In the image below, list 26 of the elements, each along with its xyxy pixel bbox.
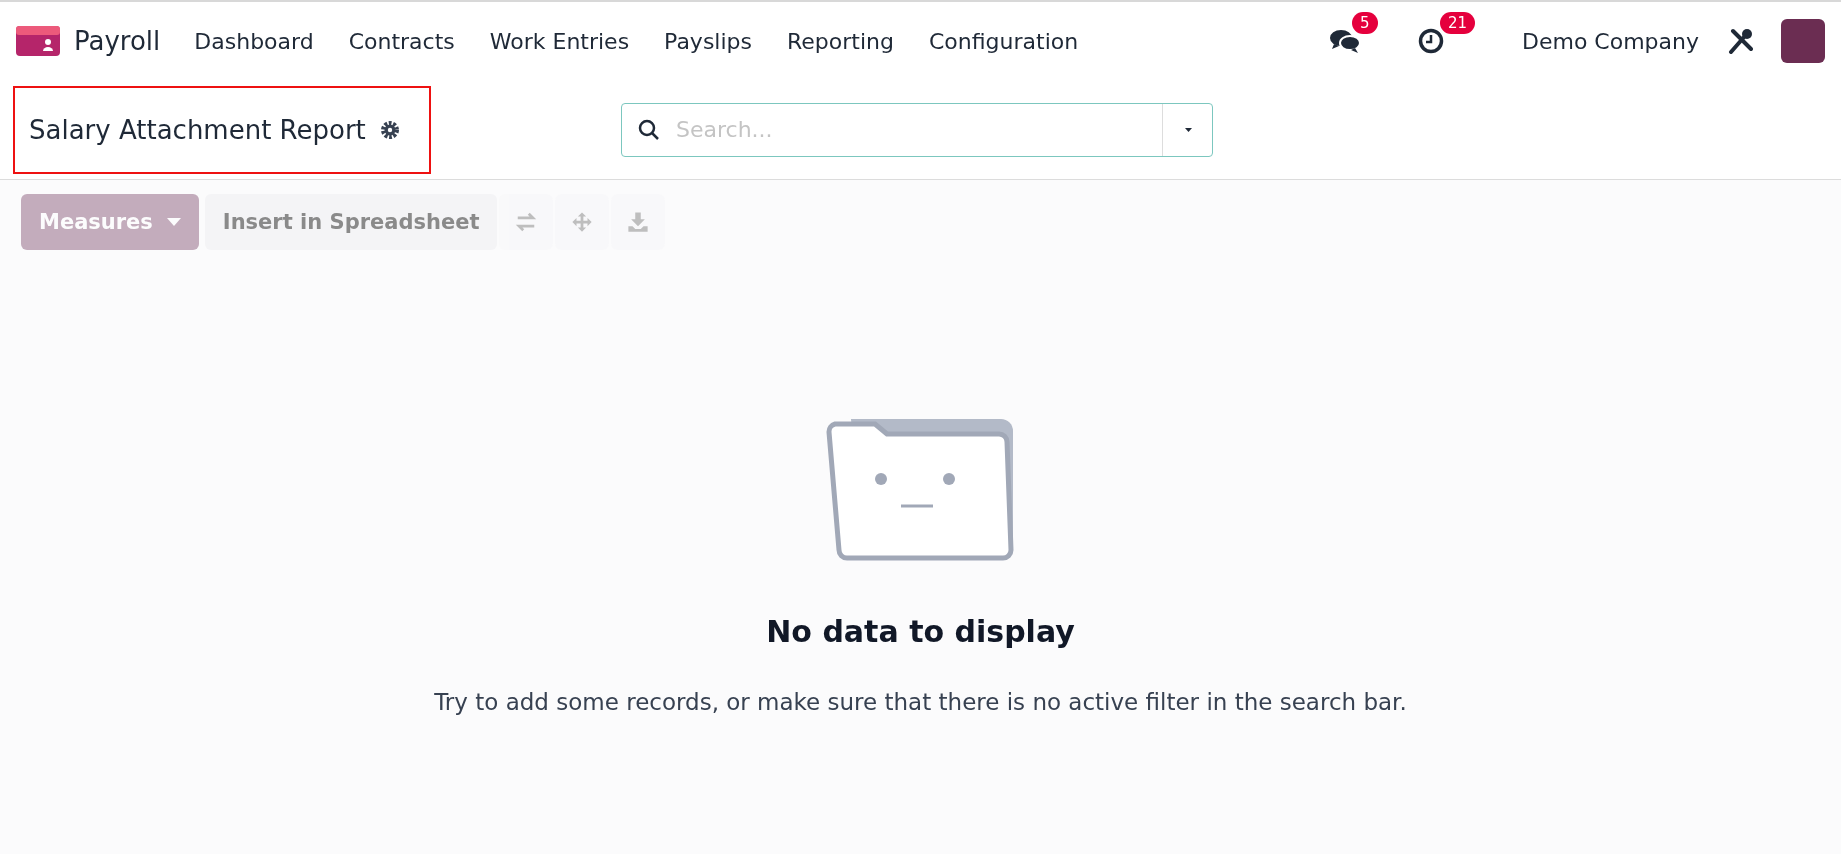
empty-title: No data to display: [766, 614, 1075, 649]
swap-arrows-icon: [515, 211, 538, 233]
search-icon: [638, 118, 660, 141]
menu-item[interactable]: Payslips: [664, 28, 752, 54]
caret-icon: [166, 218, 181, 226]
clock-icon[interactable]: [1417, 28, 1444, 54]
tools-icon[interactable]: [1727, 28, 1753, 54]
caret-icon: [1185, 125, 1192, 134]
download-icon: [627, 211, 650, 233]
search-input[interactable]: Search...: [674, 116, 1162, 143]
chat-icon[interactable]: [1329, 28, 1360, 54]
app-name[interactable]: Payroll: [74, 26, 161, 56]
menu-item[interactable]: Dashboard: [194, 28, 314, 54]
menu-item[interactable]: Contracts: [348, 28, 455, 54]
search-bar[interactable]: Search...: [621, 102, 1213, 157]
company-name[interactable]: Demo Company: [1521, 28, 1699, 54]
page-title: Salary Attachment Report: [29, 114, 366, 145]
menu-item[interactable]: Work Entries: [489, 28, 630, 54]
notification-badge: 21: [1439, 12, 1476, 34]
notification-badge: 5: [1351, 12, 1378, 34]
payroll-logo-icon[interactable]: [16, 26, 60, 56]
settings-icon[interactable]: [379, 119, 400, 140]
move-arrows-icon: [571, 211, 594, 233]
menu-item[interactable]: Configuration: [928, 28, 1079, 54]
menu-item[interactable]: Reporting: [787, 28, 894, 54]
empty-message: Try to add some records, or make sure that there is no active filter in the search bar.: [434, 689, 1407, 715]
